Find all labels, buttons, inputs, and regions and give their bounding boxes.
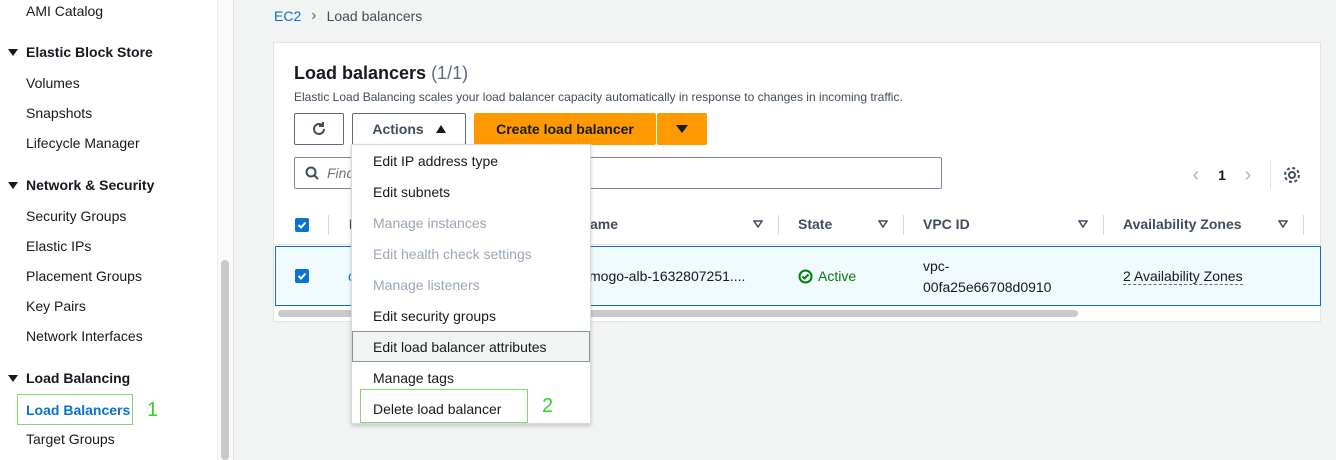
column-header-dns-name[interactable]: ame [590, 216, 618, 232]
actions-dropdown-menu: Edit IP address type Edit subnets Manage… [351, 144, 591, 424]
sidebar-item-snapshots[interactable]: Snapshots [26, 105, 92, 121]
menu-item-edit-security-groups[interactable]: Edit security groups [373, 308, 496, 324]
column-divider [1303, 215, 1304, 235]
check-icon [297, 272, 307, 280]
sidebar-group-elastic-block-store[interactable]: Elastic Block Store [8, 44, 153, 60]
breadcrumb: EC2 › Load balancers [274, 7, 422, 25]
page-number[interactable]: 1 [1208, 167, 1236, 183]
menu-item-edit-load-balancer-attributes[interactable]: Edit load balancer attributes [373, 339, 547, 355]
column-divider [1103, 215, 1104, 235]
sidebar-group-load-balancing[interactable]: Load Balancing [8, 370, 130, 386]
state-cell: Active [798, 268, 856, 284]
breadcrumb-ec2-link[interactable]: EC2 [274, 8, 301, 24]
chevron-right-icon: › [311, 7, 317, 24]
sidebar-item-lifecycle-manager[interactable]: Lifecycle Manager [26, 135, 140, 151]
sort-icon[interactable] [753, 220, 763, 228]
column-header-state[interactable]: State [798, 216, 832, 232]
caret-down-icon [8, 49, 18, 56]
create-options-dropdown-button[interactable] [657, 113, 707, 145]
annotation-step-1: 1 [147, 399, 159, 421]
breadcrumb-current: Load balancers [326, 8, 423, 24]
menu-item-manage-listeners: Manage listeners [373, 277, 480, 293]
menu-item-manage-tags[interactable]: Manage tags [373, 370, 454, 386]
caret-down-icon [8, 182, 18, 189]
sidebar-item-security-groups[interactable]: Security Groups [26, 208, 126, 224]
sort-icon[interactable] [1078, 220, 1088, 228]
search-icon [305, 166, 319, 180]
menu-item-manage-instances: Manage instances [373, 215, 487, 231]
actions-button[interactable]: Actions [352, 113, 466, 145]
pager-divider [1270, 161, 1271, 189]
column-divider [328, 215, 329, 235]
sidebar-item-target-groups[interactable]: Target Groups [26, 431, 115, 447]
caret-down-icon [8, 375, 18, 382]
sidebar-item-volumes[interactable]: Volumes [26, 75, 80, 91]
panel-count: (1/1) [431, 63, 469, 83]
check-icon [297, 221, 307, 229]
sidebar-item-network-interfaces[interactable]: Network Interfaces [26, 328, 143, 344]
gear-icon[interactable] [1283, 166, 1301, 184]
column-header-availability-zones[interactable]: Availability Zones [1123, 216, 1242, 232]
vpc-id-line2: 00fa25e66708d0910 [923, 279, 1052, 295]
pagination: ‹ 1 › [1184, 161, 1301, 189]
sidebar-item-ami-catalog[interactable]: AMI Catalog [26, 3, 103, 19]
sidebar: AMI Catalog Elastic Block Store Volumes … [0, 0, 218, 460]
menu-item-edit-health-check-settings: Edit health check settings [373, 246, 532, 262]
dns-name-cell: mogo-alb-1632807251.... [589, 268, 746, 284]
menu-item-edit-ip-address-type[interactable]: Edit IP address type [373, 153, 498, 169]
row-checkbox[interactable] [295, 269, 309, 283]
caret-up-icon [435, 125, 446, 133]
annotation-step-2: 2 [542, 395, 554, 417]
sidebar-scrollbar[interactable] [221, 260, 229, 460]
select-all-checkbox[interactable] [295, 218, 309, 232]
vpc-id-line1: vpc- [923, 258, 950, 274]
refresh-icon [313, 122, 325, 135]
availability-zones-cell[interactable]: 2 Availability Zones [1123, 268, 1243, 285]
sidebar-item-key-pairs[interactable]: Key Pairs [26, 298, 86, 314]
next-page-icon[interactable]: › [1236, 164, 1260, 187]
status-positive-icon [798, 269, 813, 283]
refresh-button[interactable] [294, 113, 344, 145]
create-load-balancer-button[interactable]: Create load balancer [474, 113, 656, 145]
sidebar-item-placement-groups[interactable]: Placement Groups [26, 268, 142, 284]
sort-icon[interactable] [878, 220, 888, 228]
sort-icon[interactable] [1278, 220, 1288, 228]
caret-down-icon [676, 125, 688, 133]
sidebar-item-load-balancers[interactable]: Load Balancers [17, 394, 133, 425]
column-divider [778, 215, 779, 235]
column-header-vpc-id[interactable]: VPC ID [923, 216, 970, 232]
previous-page-icon[interactable]: ‹ [1184, 164, 1208, 187]
menu-item-edit-subnets[interactable]: Edit subnets [373, 184, 450, 200]
menu-item-delete-load-balancer[interactable]: Delete load balancer [373, 401, 501, 417]
panel-title: Load balancers (1/1) [294, 63, 469, 83]
panel-description: Elastic Load Balancing scales your load … [294, 90, 903, 104]
sidebar-group-network-security[interactable]: Network & Security [8, 177, 154, 193]
sidebar-item-elastic-ips[interactable]: Elastic IPs [26, 238, 91, 254]
column-divider [903, 215, 904, 235]
